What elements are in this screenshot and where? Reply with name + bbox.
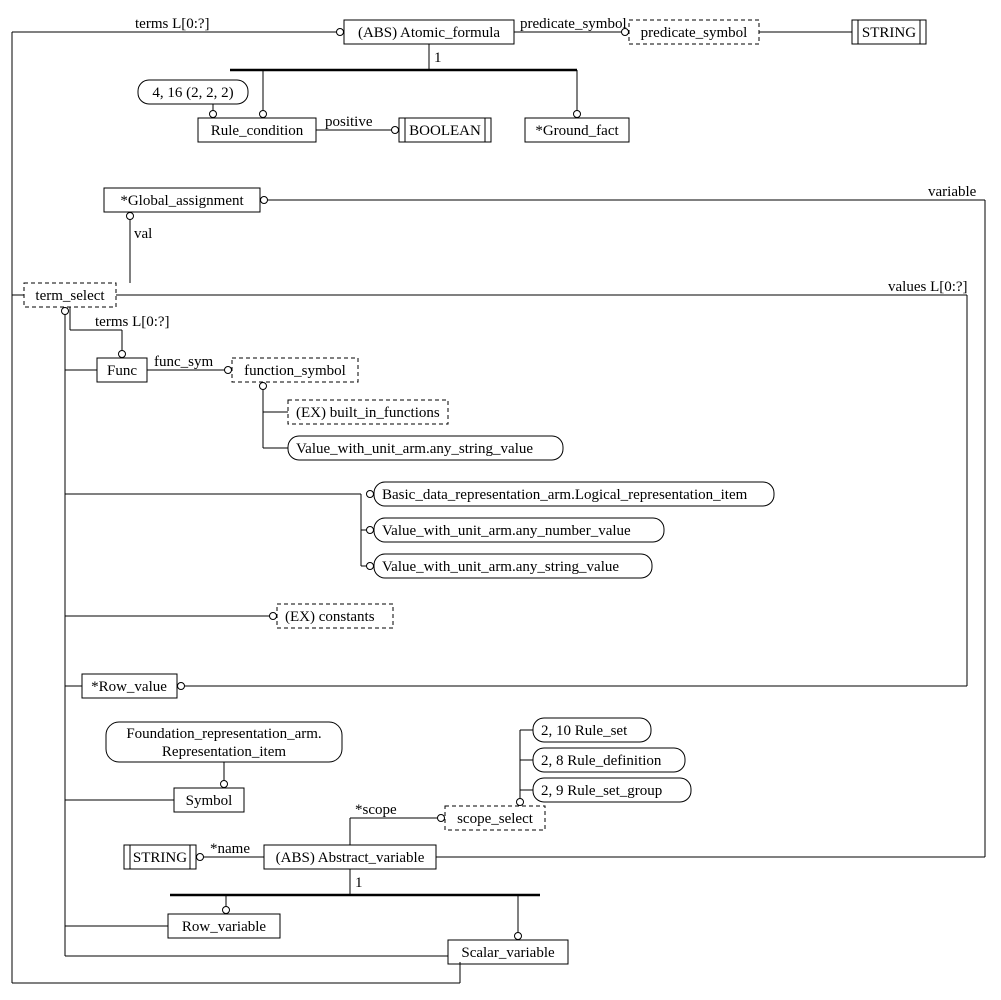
scalar-variable: Scalar_variable (461, 945, 555, 961)
atomic-formula: (ABS) Atomic_formula (358, 25, 500, 41)
row-value: *Row_value (91, 679, 167, 695)
func-sym-label: func_sym (154, 354, 213, 370)
global-assignment: *Global_assignment (120, 193, 244, 209)
rule-def-ref: 2, 8 Rule_definition (541, 753, 662, 769)
vwu-number: Value_with_unit_arm.any_number_value (382, 523, 631, 539)
predicate-symbol-label: predicate_symbol (520, 16, 627, 32)
string-top: STRING (862, 25, 916, 41)
basic-logical: Basic_data_representation_arm.Logical_re… (382, 487, 748, 503)
built-in-functions: (EX) built_in_functions (296, 405, 440, 421)
function-symbol: function_symbol (244, 363, 346, 379)
boolean: BOOLEAN (409, 123, 481, 139)
ground-fact: *Ground_fact (535, 123, 619, 139)
values-label: values L[0:?] (888, 279, 968, 295)
scope-label: *scope (355, 802, 397, 818)
func: Func (107, 363, 137, 379)
term-select: term_select (35, 288, 105, 304)
val-label: val (134, 226, 152, 242)
symbol: Symbol (186, 793, 233, 809)
rule-set-group-ref: 2, 9 Rule_set_group (541, 783, 662, 799)
rule-set-ref: 2, 10 Rule_set (541, 723, 628, 739)
predicate-symbol-type: predicate_symbol (641, 25, 748, 41)
name-label: *name (210, 841, 250, 857)
string-name: STRING (133, 850, 187, 866)
rule-condition: Rule_condition (211, 123, 304, 139)
abstract-variable: (ABS) Abstract_variable (276, 850, 425, 866)
row-variable: Row_variable (182, 919, 266, 935)
terms-func-label: terms L[0:?] (95, 314, 170, 330)
repr-item-l2: Representation_item (162, 744, 286, 760)
positive-label: positive (325, 114, 373, 130)
one-bottom: 1 (355, 875, 363, 891)
terms-top-label: terms L[0:?] (135, 16, 210, 32)
variable-label: variable (928, 184, 977, 200)
vwu-string-2: Value_with_unit_arm.any_string_value (382, 559, 619, 575)
vwu-string-1: Value_with_unit_arm.any_string_value (296, 441, 533, 457)
repr-item-l1: Foundation_representation_arm. (126, 726, 321, 742)
constants: (EX) constants (285, 609, 375, 625)
scope-select: scope_select (457, 811, 534, 827)
page-ref: 4, 16 (2, 2, 2) (152, 85, 233, 101)
one-top: 1 (434, 50, 442, 66)
